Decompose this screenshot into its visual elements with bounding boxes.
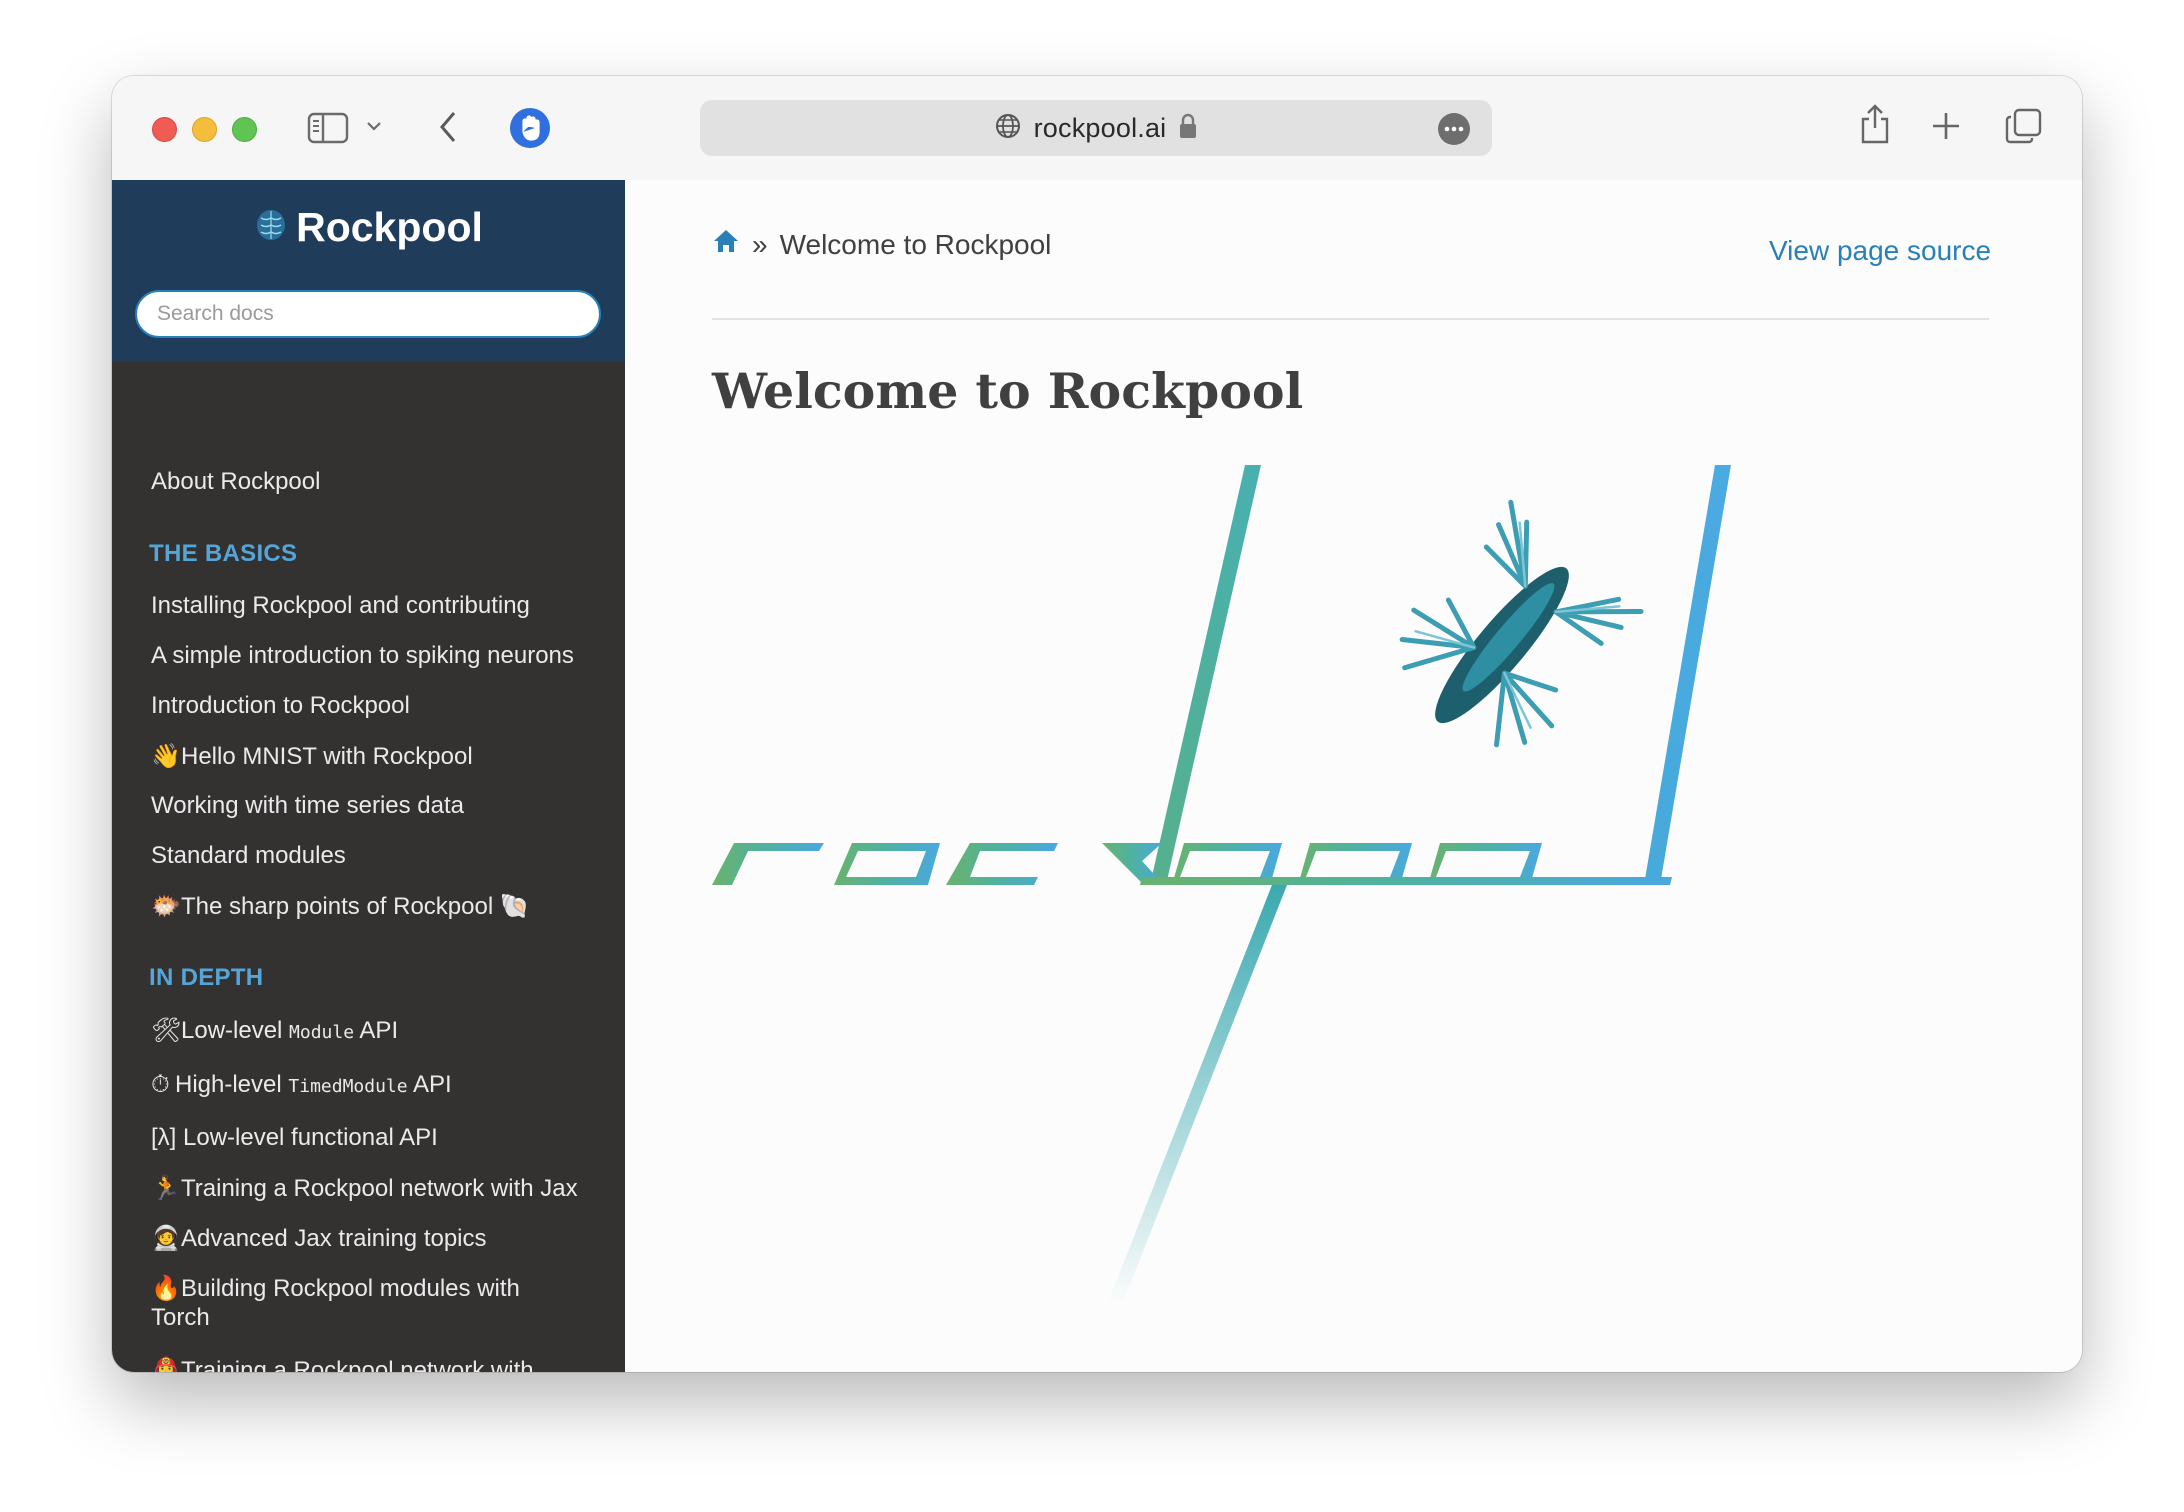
brand-name: Rockpool <box>296 204 483 250</box>
nav-label: Building Rockpool modules with <box>181 1275 520 1302</box>
nav-label: The sharp points of Rockpool <box>181 893 494 920</box>
nav-torch-modules[interactable]: 🔥Building Rockpool modules with <box>151 1274 520 1303</box>
hand-shield-icon[interactable] <box>508 106 552 150</box>
runner-icon: 🏃 <box>151 1174 181 1202</box>
zoom-window-button[interactable] <box>232 117 257 142</box>
fire-icon: 🔥 <box>151 1274 181 1302</box>
nav-training-network[interactable]: 👩‍🚒Training a Rockpool network with <box>151 1356 534 1372</box>
back-arrow-icon[interactable] <box>438 110 458 144</box>
code-module: Module <box>289 1022 355 1043</box>
tabs-icon[interactable] <box>2005 107 2043 145</box>
nav-sharp-points[interactable]: 🐡The sharp points of Rockpool 🐚 <box>151 892 530 921</box>
brain-logo-icon <box>254 208 288 247</box>
nav-spiking-intro[interactable]: A simple introduction to spiking neurons <box>151 642 574 670</box>
page-title: Welcome to Rockpool <box>712 362 1304 420</box>
nav-label: High-level <box>175 1071 289 1098</box>
browser-window: rockpool.ai Rockpool Search docs About R… <box>112 76 2082 1372</box>
tools-icon: 🛠 <box>151 1016 182 1044</box>
view-page-source-link[interactable]: View page source <box>1769 235 1991 267</box>
nav-torch-modules-cont[interactable]: Torch <box>151 1304 210 1332</box>
caption-the-basics: THE BASICS <box>149 540 298 567</box>
nav-training-jax[interactable]: 🏃Training a Rockpool network with Jax <box>151 1174 578 1203</box>
lock-icon <box>1178 112 1198 145</box>
code-timedmodule: TimedModule <box>288 1076 408 1097</box>
nav-label: Hello MNIST with Rockpool <box>181 743 473 770</box>
close-window-button[interactable] <box>152 117 177 142</box>
docs-sidebar: Rockpool Search docs About Rockpool THE … <box>112 180 625 1372</box>
sea-slug-illustration <box>1399 499 1644 748</box>
globe-icon <box>994 112 1022 145</box>
waving-hand-icon: 👋 <box>151 742 181 770</box>
nav-hello-mnist[interactable]: 👋Hello MNIST with Rockpool <box>151 742 473 771</box>
url-text: rockpool.ai <box>1033 112 1167 143</box>
nav-advanced-jax[interactable]: 🧑‍🚀Advanced Jax training topics <box>151 1224 487 1253</box>
nav-label: API <box>354 1017 399 1044</box>
nav-label: Training a Rockpool network with Jax <box>181 1175 578 1202</box>
nav-about[interactable]: About Rockpool <box>151 468 320 496</box>
breadcrumb-separator: » <box>752 228 768 260</box>
astronaut-icon: 🧑‍🚀 <box>151 1224 181 1252</box>
pufferfish-icon: 🐡 <box>151 892 181 920</box>
rockpool-logo <box>712 465 1812 1310</box>
nav-module-api[interactable]: 🛠Low-level Module API <box>151 1016 398 1045</box>
breadcrumb-current: Welcome to Rockpool <box>779 228 1052 260</box>
divider <box>712 318 1989 320</box>
nav-label: API <box>407 1071 452 1098</box>
plus-icon[interactable] <box>1930 110 1962 142</box>
nav-timedmodule-api[interactable]: ⏱ High-level TimedModule API <box>151 1070 452 1099</box>
chevron-down-icon[interactable] <box>366 120 382 132</box>
minimize-window-button[interactable] <box>192 117 217 142</box>
browser-toolbar: rockpool.ai <box>112 76 2082 180</box>
nav-installing[interactable]: Installing Rockpool and contributing <box>151 592 530 620</box>
nav-intro-rockpool[interactable]: Introduction to Rockpool <box>151 692 410 720</box>
nav-functional-api[interactable]: [λ] Low-level functional API <box>151 1124 438 1152</box>
caption-in-depth: IN DEPTH <box>149 964 264 991</box>
nav-label: Low-level <box>181 1017 290 1044</box>
more-icon[interactable] <box>1438 113 1470 145</box>
home-icon[interactable] <box>712 228 740 261</box>
nav-time-series[interactable]: Working with time series data <box>151 792 464 820</box>
nav-label: Training a Rockpool network with <box>181 1357 534 1372</box>
breadcrumb: » Welcome to Rockpool <box>712 228 1051 261</box>
stopwatch-icon: ⏱ <box>151 1070 170 1098</box>
search-input[interactable]: Search docs <box>135 290 601 338</box>
nav-standard-modules[interactable]: Standard modules <box>151 842 346 870</box>
share-icon[interactable] <box>1857 102 1893 146</box>
firefighter-icon: 👩‍🚒 <box>151 1356 181 1372</box>
brand-link[interactable]: Rockpool <box>112 204 625 251</box>
shell-icon: 🐚 <box>499 893 530 920</box>
address-bar[interactable]: rockpool.ai <box>700 100 1492 156</box>
sidebar-header: Rockpool Search docs <box>112 180 625 362</box>
nav-label: Advanced Jax training topics <box>181 1225 487 1252</box>
logo-wordmark <box>712 465 1731 1305</box>
sidebar-icon[interactable] <box>307 112 349 144</box>
main-content: » Welcome to Rockpool View page source W… <box>625 180 2082 1372</box>
